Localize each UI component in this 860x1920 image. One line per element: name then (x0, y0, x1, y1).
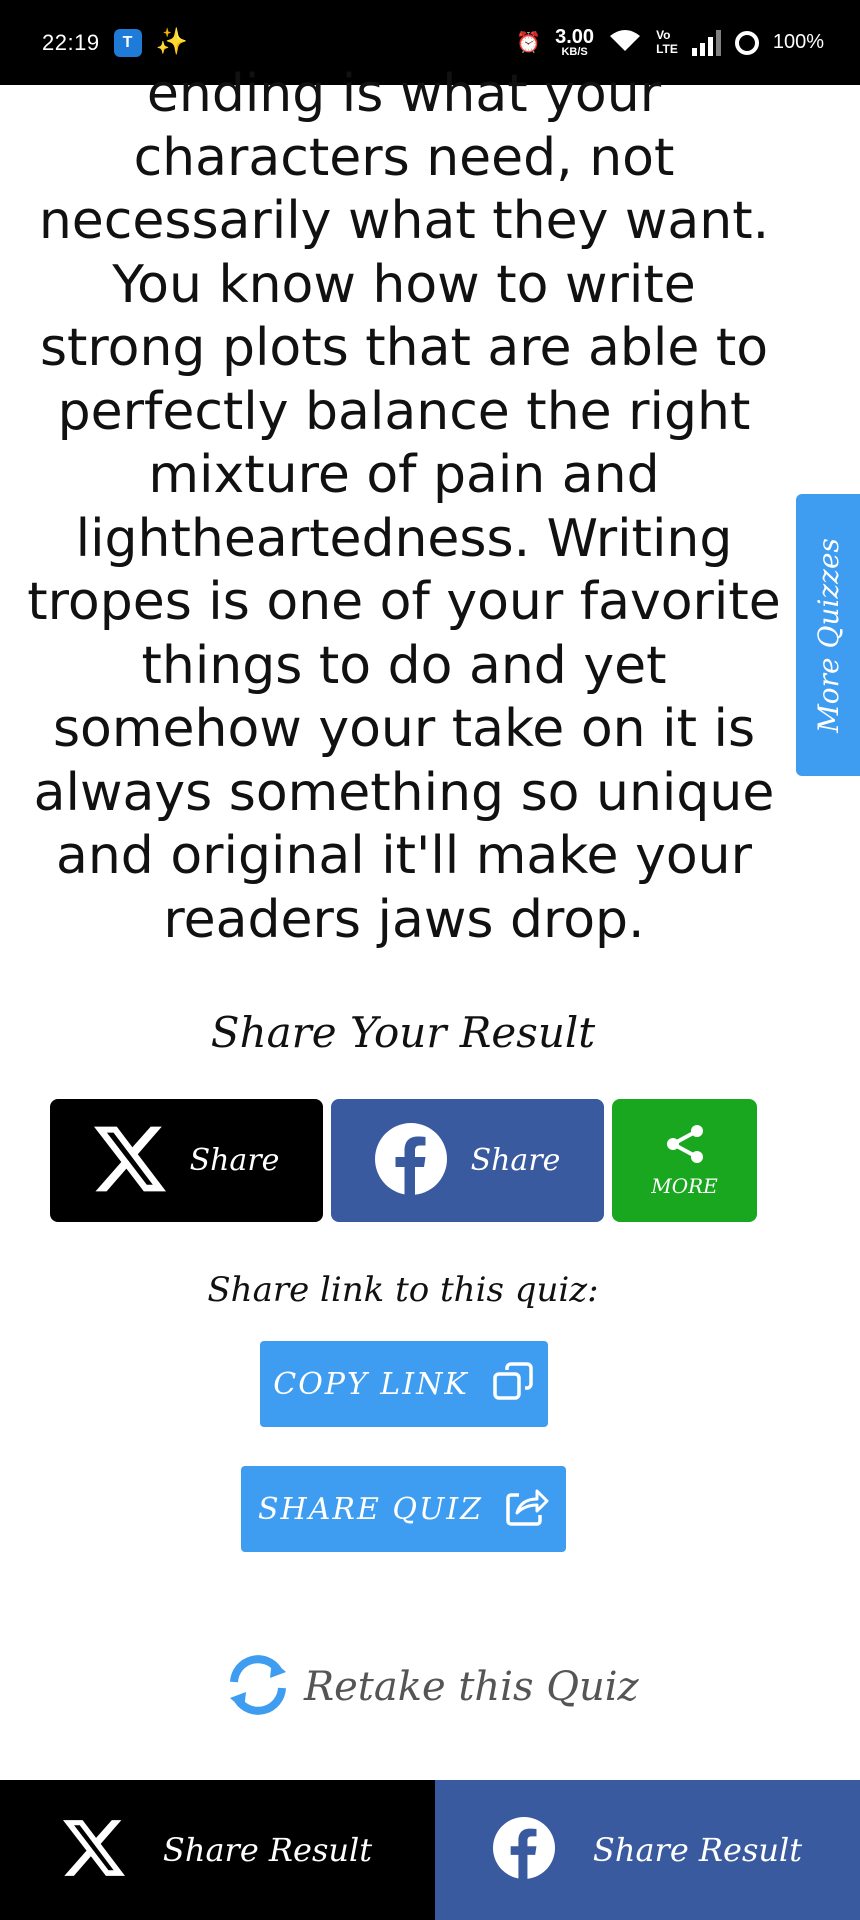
refresh-icon (226, 1654, 290, 1720)
share-more-label: MORE (651, 1173, 718, 1198)
bird-notification-icon: ✨ (155, 25, 188, 56)
more-quizzes-label: More Quizzes (811, 537, 845, 733)
copy-link-label: COPY LINK (273, 1366, 469, 1402)
share-facebook-label: Share (470, 1143, 561, 1178)
share-quiz-button[interactable]: SHARE QUIZ (241, 1466, 566, 1552)
wifi-icon (608, 27, 642, 59)
share-more-button[interactable]: MORE (612, 1099, 757, 1222)
bottom-share-facebook-label: Share Result (592, 1831, 803, 1869)
volte-indicator: Vo LTE (656, 28, 678, 56)
signal-icon (691, 29, 721, 56)
network-speed: 3.00 KB/S (555, 26, 595, 58)
bottom-share-x-button[interactable]: Share Result (0, 1780, 435, 1920)
share-x-label: Share (189, 1143, 280, 1178)
battery-icon (734, 30, 759, 55)
retake-quiz-label: Retake this Quiz (304, 1664, 639, 1710)
more-quizzes-tab[interactable]: More Quizzes (796, 494, 860, 776)
share-nodes-icon (664, 1124, 706, 1168)
facebook-logo-icon (374, 1122, 447, 1199)
bottom-share-x-label: Share Result (162, 1831, 373, 1869)
share-x-button[interactable]: Share (50, 1099, 323, 1222)
bottom-share-bar: Share Result Share Result (0, 1780, 860, 1920)
share-quiz-label: SHARE QUIZ (258, 1491, 483, 1527)
copy-link-button[interactable]: COPY LINK (260, 1341, 548, 1427)
share-arrow-icon (505, 1487, 549, 1531)
alarm-icon: ⏰ (516, 32, 542, 54)
status-time: 22:19 (42, 29, 100, 55)
copy-icon (491, 1360, 535, 1408)
result-description: ending is what your characters need, not… (27, 64, 781, 950)
x-logo-icon (62, 1817, 125, 1883)
share-facebook-button[interactable]: Share (331, 1099, 604, 1222)
bottom-share-facebook-button[interactable]: Share Result (435, 1780, 860, 1920)
share-result-heading: Share Your Result (210, 1008, 596, 1057)
app-notification-icon: T (113, 28, 142, 57)
x-logo-icon (93, 1123, 166, 1199)
battery-percent: 100% (772, 31, 824, 53)
share-link-heading: Share link to this quiz: (207, 1270, 599, 1310)
facebook-logo-icon (492, 1817, 555, 1883)
retake-quiz-link[interactable]: Retake this Quiz (226, 1654, 639, 1720)
